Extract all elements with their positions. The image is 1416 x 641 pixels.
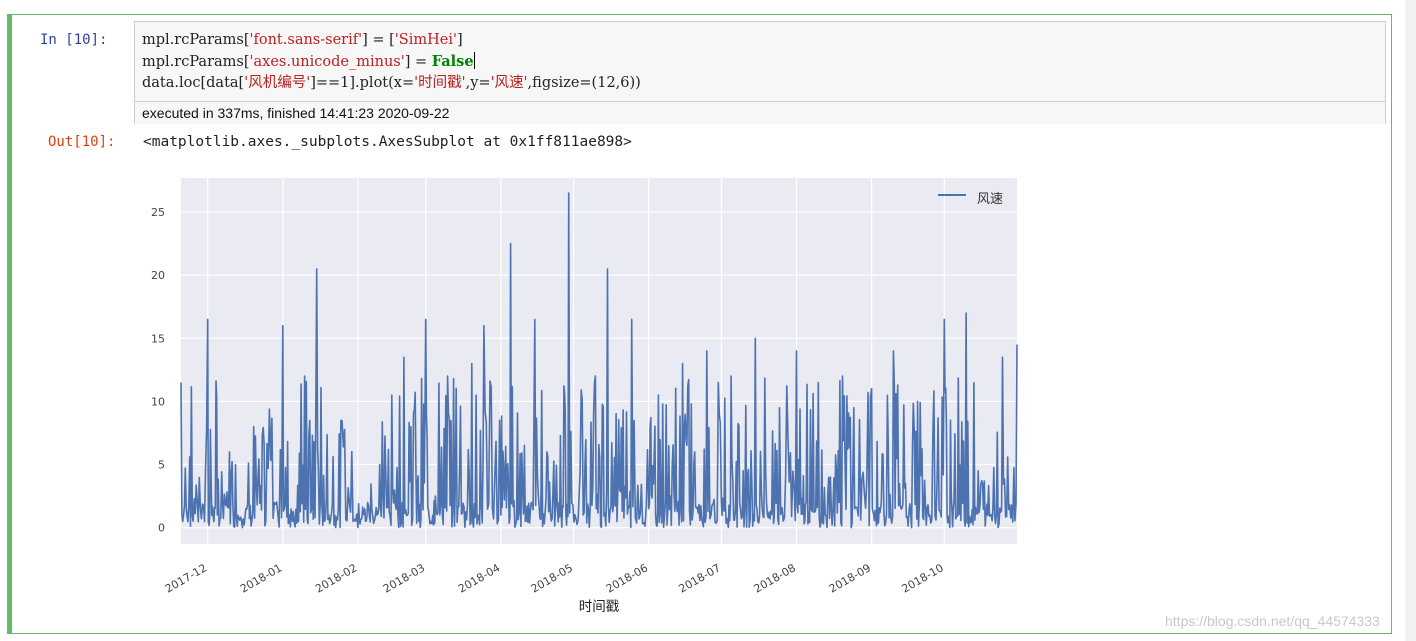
code-string: '时间戳' <box>414 75 466 91</box>
y-tick-label: 0 <box>158 522 165 535</box>
code-token: mpl.rcParams[ <box>142 32 250 48</box>
code-token: ] = <box>404 54 432 70</box>
x-tick-label: 2018-03 <box>381 561 427 595</box>
input-prompt: In [10]: <box>40 32 108 48</box>
code-token: ] = [ <box>362 32 395 48</box>
x-tick-label: 2018-02 <box>313 561 359 595</box>
code-token: ] <box>456 32 463 48</box>
x-tick-labels: 2017-12 2018-01 2018-02 2018-03 2018-04 2018-… <box>163 561 946 595</box>
x-tick-label: 2018-08 <box>752 561 798 595</box>
code-editor[interactable]: mpl.rcParams['font.sans-serif'] = ['SimH… <box>134 21 1386 124</box>
code-text[interactable]: mpl.rcParams['font.sans-serif'] = ['SimH… <box>142 30 641 94</box>
x-tick-label: 2018-01 <box>238 561 284 595</box>
code-keyword: False <box>431 53 474 70</box>
y-tick-label: 15 <box>151 332 165 345</box>
code-token: ,figsize=(12,6)) <box>527 75 641 91</box>
execution-info-bar: executed in 337ms, finished 14:41:23 202… <box>135 101 1385 124</box>
watermark: https://blog.csdn.net/qq_44574333 <box>1165 613 1380 629</box>
x-tick-label: 2017-12 <box>163 561 209 595</box>
x-tick-label: 2018-05 <box>529 561 575 595</box>
x-tick-label: 2018-04 <box>456 561 502 595</box>
y-tick-label: 20 <box>151 269 165 282</box>
code-token: ]==1].plot(x= <box>310 75 415 91</box>
output-text: <matplotlib.axes._subplots.AxesSubplot a… <box>143 134 632 150</box>
x-tick-label: 2018-10 <box>899 561 945 595</box>
text-cursor <box>473 52 475 69</box>
y-tick-label: 25 <box>151 206 165 219</box>
code-token: ,y= <box>465 75 491 91</box>
legend-label: 风速 <box>977 192 1003 207</box>
line-chart: 0510152025 2017-12 2018-01 2018-02 2018-03 2… <box>151 178 1018 615</box>
code-string: 'axes.unicode_minus' <box>249 54 405 70</box>
scrollbar[interactable] <box>1405 0 1416 641</box>
code-token: mpl.rcParams[ <box>142 54 250 70</box>
x-tick-label: 2018-09 <box>827 561 873 595</box>
code-line-2: mpl.rcParams['axes.unicode_minus'] = Fal… <box>142 52 475 70</box>
code-string: 'SimHei' <box>394 32 457 48</box>
x-axis-label: 时间戳 <box>579 599 620 615</box>
x-tick-label: 2018-06 <box>604 561 650 595</box>
code-token: data.loc[data[ <box>142 75 245 91</box>
code-line-3: data.loc[data['风机编号']==1].plot(x='时间戳',y… <box>142 75 641 91</box>
y-tick-label: 10 <box>151 395 165 408</box>
code-line-1: mpl.rcParams['font.sans-serif'] = ['SimH… <box>142 32 463 48</box>
y-tick-label: 5 <box>158 458 165 471</box>
execution-info: executed in 337ms, finished 14:41:23 202… <box>142 105 450 121</box>
x-tick-label: 2018-07 <box>677 561 723 595</box>
output-prompt: Out[10]: <box>48 134 116 150</box>
y-tick-labels: 0 5 10 15 20 25 <box>151 206 165 535</box>
code-string: 'font.sans-serif' <box>249 32 363 48</box>
code-string: '风速' <box>490 75 528 91</box>
code-string: '风机编号' <box>244 75 311 91</box>
